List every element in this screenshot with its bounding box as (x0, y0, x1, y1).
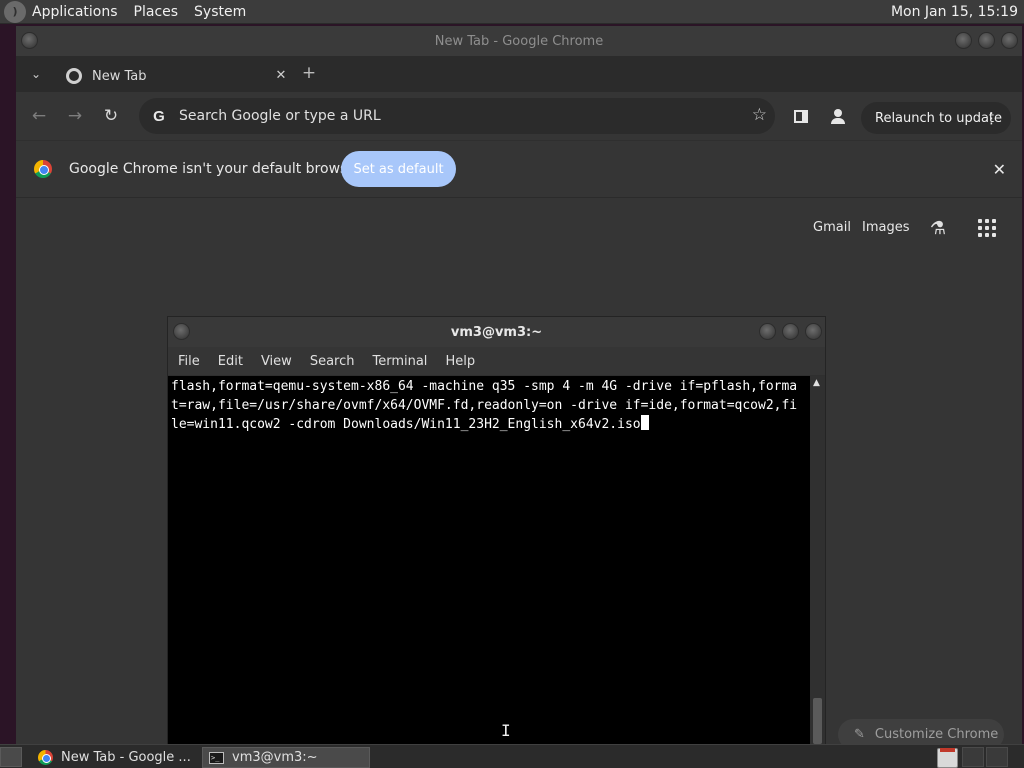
back-arrow-icon[interactable]: ← (27, 104, 51, 128)
terminal-menubar: File Edit View Search Terminal Help (168, 347, 825, 375)
clock[interactable]: Mon Jan 15, 15:19 (891, 4, 1018, 20)
omnibox-placeholder[interactable]: Search Google or type a URL (179, 108, 381, 124)
terminal-cursor (640, 415, 649, 430)
tab-new-tab[interactable]: New Tab ✕ (54, 60, 290, 92)
profile-icon[interactable] (826, 104, 850, 128)
bottom-panel: New Tab - Google ... >_ vm3@vm3:~ (0, 744, 1024, 768)
trash-icon[interactable] (937, 748, 958, 768)
terminal-menu-file[interactable]: File (178, 354, 200, 369)
terminal-window-menu-button[interactable] (173, 323, 190, 340)
terminal-menu-terminal[interactable]: Terminal (372, 354, 427, 369)
terminal-titlebar[interactable]: vm3@vm3:~ (168, 317, 825, 347)
infobar-message: Google Chrome isn't your default browser (69, 161, 362, 177)
customize-label: Customize Chrome (874, 727, 999, 742)
places-menu[interactable]: Places (134, 4, 179, 20)
bookmark-star-icon[interactable]: ☆ (752, 105, 767, 125)
terminal-scrollbar[interactable]: ▲ (810, 376, 825, 744)
tab-label: New Tab (92, 68, 147, 84)
terminal-line: flash,format=qemu-system-x86_64 -machine… (171, 379, 798, 394)
terminal-window-title: vm3@vm3:~ (450, 324, 543, 340)
pencil-icon: ✎ (854, 727, 865, 742)
terminal-menu-view[interactable]: View (261, 354, 292, 369)
tab-strip: ⌄ New Tab ✕ + (16, 56, 1022, 92)
top-panel: ) Applications Places System Mon Jan 15,… (0, 0, 1024, 24)
terminal-menu-help[interactable]: Help (445, 354, 475, 369)
relaunch-to-update-button[interactable]: Relaunch to update ⋮ (861, 102, 1011, 134)
workspace-switcher-2[interactable] (986, 747, 1008, 767)
side-panel-icon[interactable] (789, 104, 813, 128)
window-menu-button[interactable] (21, 32, 38, 49)
terminal-taskbar-icon: >_ (209, 751, 224, 764)
set-as-default-button[interactable]: Set as default (341, 151, 456, 187)
labs-flask-icon[interactable]: ⚗ (928, 218, 948, 239)
omnibox[interactable]: G Search Google or type a URL ☆ (139, 98, 775, 134)
terminal-minimize-button[interactable] (759, 323, 776, 340)
relaunch-label: Relaunch to update (875, 110, 1003, 126)
terminal-menu-search[interactable]: Search (310, 354, 355, 369)
terminal-line: t=raw,file=/usr/share/ovmf/x64/OVMF.fd,r… (171, 397, 798, 413)
taskbar-item-terminal[interactable]: >_ vm3@vm3:~ (202, 747, 370, 768)
maximize-button[interactable] (978, 32, 995, 49)
gmail-link[interactable]: Gmail (813, 220, 851, 235)
terminal-window: vm3@vm3:~ File Edit View Search Terminal… (167, 316, 826, 744)
chrome-taskbar-icon (38, 750, 53, 765)
terminal-menu-edit[interactable]: Edit (218, 354, 243, 369)
taskbar-chrome-label: New Tab - Google ... (61, 750, 191, 765)
distro-logo-icon[interactable]: ) (4, 0, 26, 23)
taskbar-item-chrome[interactable]: New Tab - Google ... (32, 747, 200, 768)
close-window-button[interactable] (1001, 32, 1018, 49)
applications-menu[interactable]: Applications (32, 4, 118, 20)
show-desktop-icon[interactable] (0, 747, 22, 767)
system-menu[interactable]: System (194, 4, 246, 20)
scrollbar-thumb[interactable] (813, 698, 822, 744)
default-browser-infobar: Google Chrome isn't your default browser… (16, 140, 1022, 198)
chrome-logo-icon (34, 160, 52, 178)
reload-icon[interactable]: ↻ (99, 104, 123, 128)
chrome-toolbar: ← → ↻ G Search Google or type a URL ☆ Re… (16, 92, 1022, 140)
minimize-button[interactable] (955, 32, 972, 49)
chrome-window-title: New Tab - Google Chrome (434, 33, 604, 49)
mouse-ibeam-cursor-icon: I (501, 721, 511, 740)
infobar-close-icon[interactable]: ✕ (993, 160, 1006, 179)
terminal-line: le=win11.qcow2 -cdrom Downloads/Win11_23… (171, 417, 641, 432)
forward-arrow-icon[interactable]: → (63, 104, 87, 128)
terminal-close-button[interactable] (805, 323, 822, 340)
tab-close-icon[interactable]: ✕ (272, 66, 290, 84)
terminal-output[interactable]: flash,format=qemu-system-x86_64 -machine… (168, 376, 811, 744)
more-menu-icon[interactable]: ⋮ (984, 109, 999, 127)
chrome-favicon-icon (66, 68, 82, 84)
taskbar-terminal-label: vm3@vm3:~ (232, 750, 318, 765)
new-tab-plus-icon[interactable]: + (300, 63, 318, 83)
workspace-switcher-1[interactable] (962, 747, 984, 767)
tab-search-chevron-icon[interactable]: ⌄ (28, 66, 44, 82)
google-g-icon: G (153, 107, 165, 125)
images-link[interactable]: Images (862, 220, 910, 235)
google-apps-icon[interactable] (978, 219, 996, 237)
terminal-maximize-button[interactable] (782, 323, 799, 340)
scroll-up-arrow-icon[interactable]: ▲ (813, 378, 820, 388)
chrome-titlebar[interactable]: New Tab - Google Chrome (16, 26, 1022, 56)
